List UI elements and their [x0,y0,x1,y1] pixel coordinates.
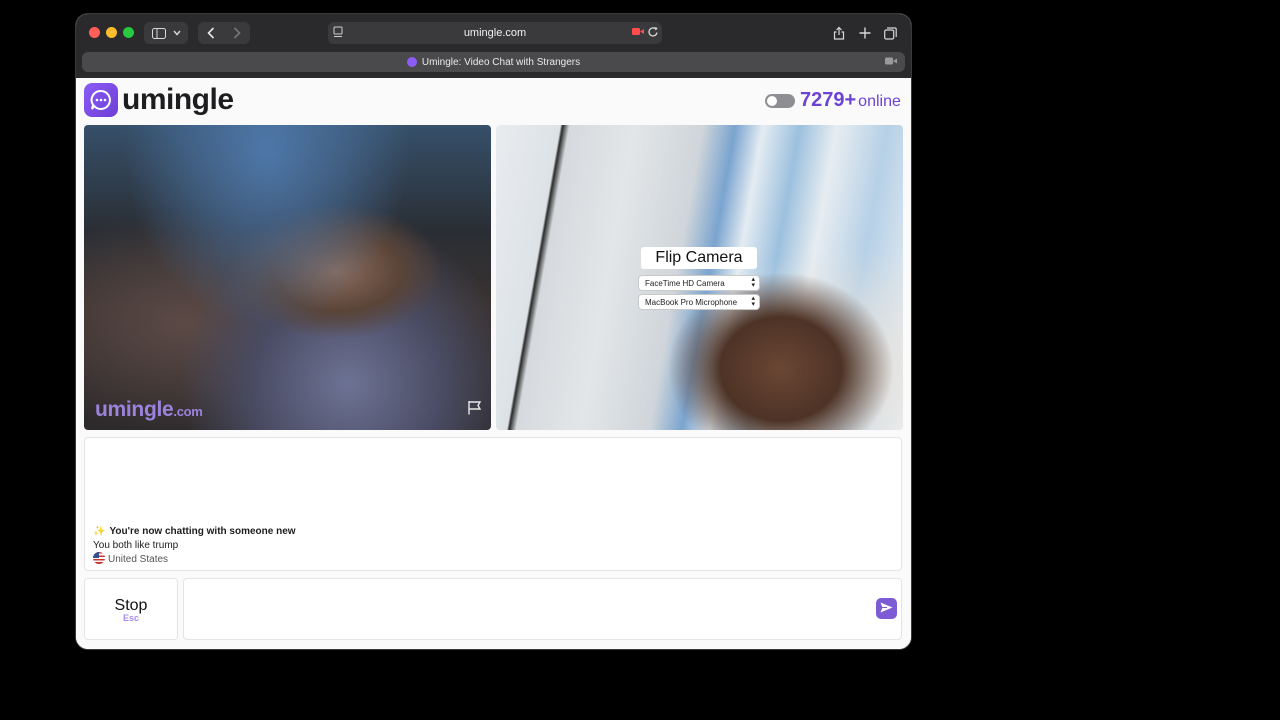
new-tab-button[interactable] [856,22,874,44]
report-flag-icon[interactable] [467,400,483,420]
browser-toolbar: umingle.com Umingle: Video Chat with Str… [76,14,911,78]
online-label: online [858,93,901,110]
tab-active[interactable]: Umingle: Video Chat with Strangers [82,52,905,72]
share-button[interactable] [830,22,848,44]
page-content: umingle 7279+ online umingle.com Flip Cam… [76,78,911,649]
select-arrows-icon: ▴ ▾ [751,295,755,308]
flip-camera-button[interactable]: Flip Camera [641,247,757,269]
tab-title: Umingle: Video Chat with Strangers [421,56,581,68]
country-text: United States [108,554,169,565]
microphone-select-value: MacBook Pro Microphone [645,297,738,307]
us-flag-icon [93,552,105,564]
camera-select-value: FaceTime HD Camera [645,278,725,288]
camera-select[interactable]: FaceTime HD Camera ▴ ▾ [639,276,759,290]
common-interest-message: You both like trump [93,540,179,551]
stranger-video: umingle.com [84,125,491,430]
back-button[interactable] [198,22,224,44]
logo-icon[interactable] [84,83,118,117]
sparkle-icon: ✨ [93,526,106,537]
browser-window: umingle.com Umingle: Video Chat with Str… [76,14,911,649]
select-arrows-icon: ▴ ▾ [751,276,755,289]
address-bar[interactable]: umingle.com [328,22,662,44]
stranger-country: United States [93,552,168,566]
chat-system-message: ✨ You're now chatting with someone new [93,525,296,538]
minimize-window-button[interactable] [106,27,117,38]
umingle-favicon-icon [406,57,417,67]
video-watermark: umingle.com [95,398,203,422]
tab-overview-button[interactable] [881,22,899,44]
tab-camera-icon [885,57,897,68]
chat-log: ✨ You're now chatting with someone new Yo… [84,437,902,571]
sidebar-toggle-button[interactable] [144,22,188,44]
forward-button[interactable] [224,22,250,44]
camera-in-use-icon[interactable] [632,27,644,39]
page-menu-icon[interactable] [333,26,343,41]
send-button[interactable] [876,598,897,619]
stop-button[interactable]: Stop Esc [84,578,178,640]
close-window-button[interactable] [89,27,100,38]
logo-text[interactable]: umingle [122,82,234,118]
new-chat-text: You're now chatting with someone new [109,526,296,537]
self-video: Flip Camera FaceTime HD Camera ▴ ▾ MacBoo… [496,125,903,430]
tab-overview-icon [883,26,897,40]
zoom-window-button[interactable] [123,27,134,38]
theme-toggle[interactable] [765,94,795,108]
url-text: umingle.com [463,27,527,39]
send-icon [880,600,893,618]
reload-icon[interactable] [648,26,659,41]
plus-icon [859,27,871,39]
online-count: 7279+ [800,89,857,111]
chevron-down-icon [172,30,181,36]
watermark-main: umingle [95,398,174,421]
stop-shortcut-label: Esc [122,613,139,623]
message-input[interactable] [183,578,902,640]
online-counter: 7279+ online [800,88,901,114]
share-icon [833,26,845,40]
sidebar-icon [151,27,166,39]
watermark-suffix: .com [173,404,203,419]
microphone-select[interactable]: MacBook Pro Microphone ▴ ▾ [639,295,759,309]
navigation-group [198,22,250,44]
